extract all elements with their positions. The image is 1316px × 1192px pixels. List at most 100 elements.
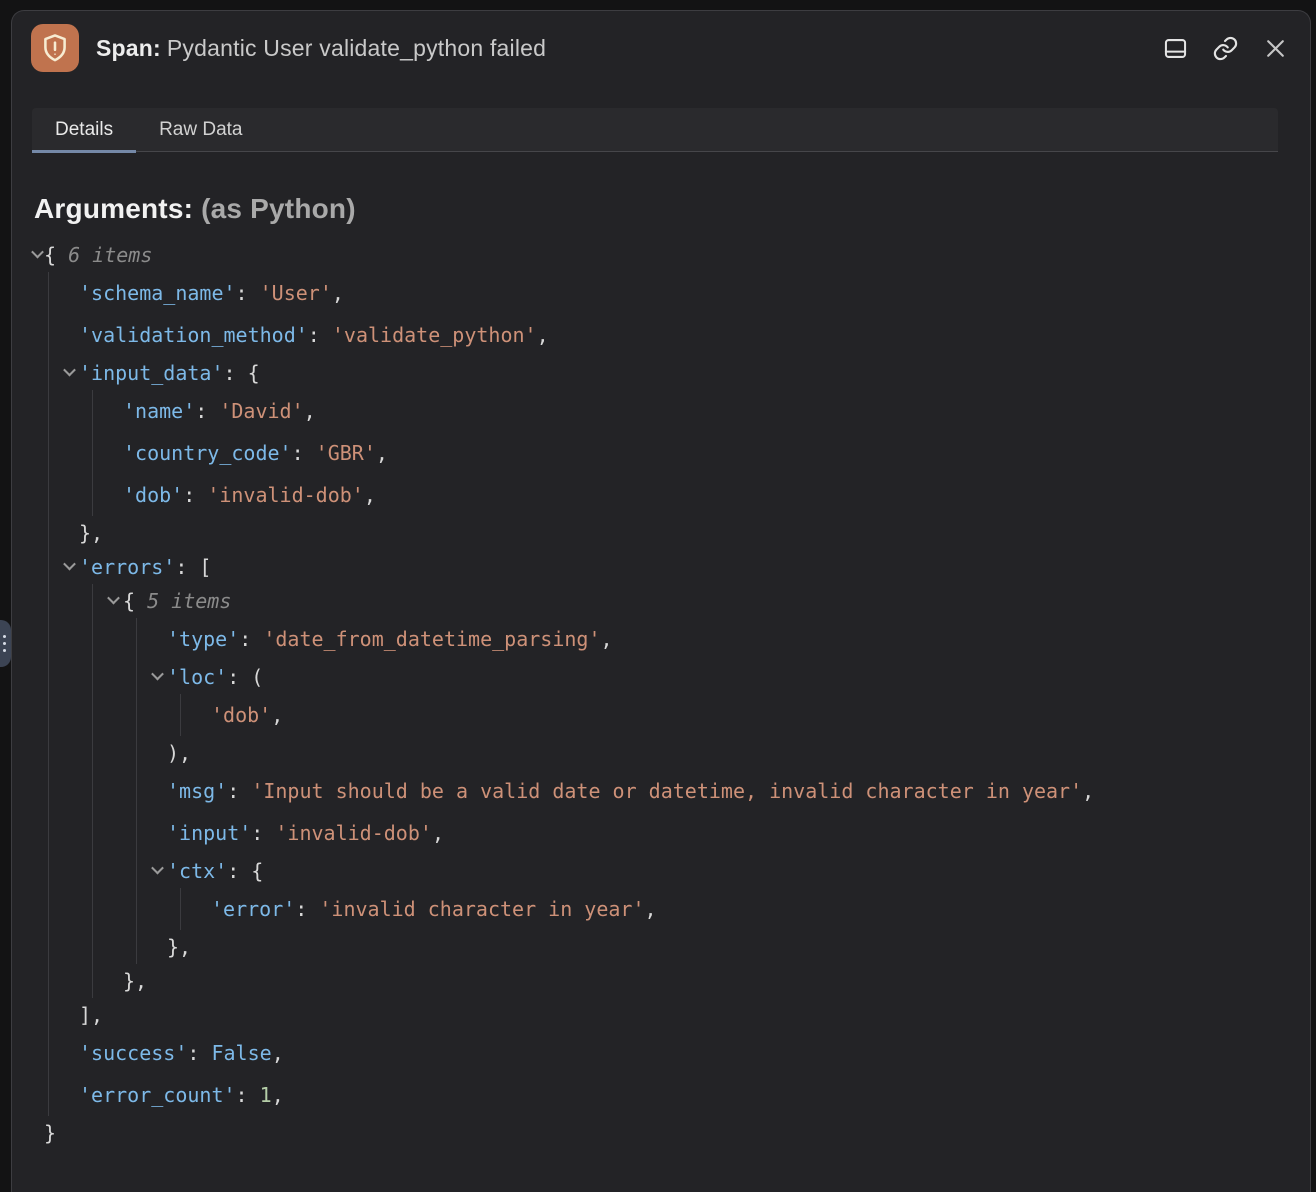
copy-link-button[interactable] <box>1210 33 1240 63</box>
tab-details[interactable]: Details <box>32 108 136 151</box>
indent-guide <box>48 930 49 964</box>
dock-panel-button[interactable] <box>1160 33 1190 63</box>
chevron-down-icon[interactable] <box>63 559 77 573</box>
indent-guide <box>92 930 93 964</box>
tree-line: }, <box>34 964 1286 998</box>
code-text: ], <box>34 1003 103 1027</box>
indent-guide <box>92 694 93 736</box>
indent-guide <box>92 660 93 694</box>
indent-guide <box>92 432 93 474</box>
tree-line: 'input_data': { <box>34 356 1286 390</box>
indent-guide <box>48 998 49 1032</box>
indent-guide <box>92 390 93 432</box>
tab-details-label: Details <box>55 119 113 141</box>
indent-guide <box>180 888 181 930</box>
chevron-down-icon[interactable] <box>31 247 45 261</box>
code-text: { 5 items <box>34 589 231 613</box>
code-text: 'input': 'invalid-dob', <box>34 821 444 845</box>
tree-line: 'input': 'invalid-dob', <box>34 812 1286 854</box>
tree-line: 'loc': ( <box>34 660 1286 694</box>
indent-guide <box>48 474 49 516</box>
tree-line: 'dob', <box>34 694 1286 736</box>
indent-guide <box>136 888 137 930</box>
tree-line: 'country_code': 'GBR', <box>34 432 1286 474</box>
code-text: } <box>34 1121 56 1145</box>
chevron-down-icon[interactable] <box>151 863 165 877</box>
indent-guide <box>48 618 49 660</box>
indent-guide <box>92 474 93 516</box>
indent-guide <box>92 618 93 660</box>
indent-guide <box>48 1032 49 1074</box>
indent-guide <box>48 888 49 930</box>
indent-guide <box>180 694 181 736</box>
code-text: 'schema_name': 'User', <box>34 281 344 305</box>
tree-line: ], <box>34 998 1286 1032</box>
tree-line: 'validation_method': 'validate_python', <box>34 314 1286 356</box>
indent-guide <box>136 812 137 854</box>
code-text: 'errors': [ <box>34 555 211 579</box>
tree-line: 'ctx': { <box>34 854 1286 888</box>
arguments-heading: Arguments: (as Python) <box>34 193 1286 225</box>
tree-line: 'errors': [ <box>34 550 1286 584</box>
close-icon <box>1263 36 1288 61</box>
code-text: 'dob': 'invalid-dob', <box>34 483 376 507</box>
indent-guide <box>48 812 49 854</box>
panel-bottom-icon <box>1162 35 1189 62</box>
tab-raw-data[interactable]: Raw Data <box>136 108 265 151</box>
code-text: 'country_code': 'GBR', <box>34 441 388 465</box>
chevron-down-icon[interactable] <box>63 365 77 379</box>
indent-guide <box>48 432 49 474</box>
arguments-heading-main: Arguments: <box>34 193 193 224</box>
close-button[interactable] <box>1260 33 1290 63</box>
indent-guide <box>92 736 93 770</box>
drawer-title: Span:Pydantic User validate_python faile… <box>96 35 546 62</box>
indent-guide <box>48 584 49 618</box>
indent-guide <box>136 930 137 964</box>
code-text: 'success': False, <box>34 1041 284 1065</box>
span-label: Span: <box>96 35 161 61</box>
tree-line: }, <box>34 930 1286 964</box>
code-text: 'error_count': 1, <box>34 1083 284 1107</box>
code-text: }, <box>34 521 103 545</box>
tree-line: 'type': 'date_from_datetime_parsing', <box>34 618 1286 660</box>
indent-guide <box>48 770 49 812</box>
chevron-down-icon[interactable] <box>151 669 165 683</box>
indent-guide <box>48 390 49 432</box>
drawer-header: Span:Pydantic User validate_python faile… <box>12 11 1310 72</box>
drawer-drag-handle[interactable] <box>0 620 11 667</box>
code-text: 'error': 'invalid character in year', <box>34 897 657 921</box>
code-text: 'msg': 'Input should be a valid date or … <box>34 779 1094 803</box>
indent-guide <box>48 854 49 888</box>
code-text: ), <box>34 741 191 765</box>
indent-guide <box>136 694 137 736</box>
tree-line: { 6 items <box>34 238 1286 272</box>
chevron-down-icon[interactable] <box>107 593 121 607</box>
code-text: 'loc': ( <box>34 665 263 689</box>
tree-line: ), <box>34 736 1286 770</box>
indent-guide <box>48 314 49 356</box>
indent-guide <box>136 770 137 812</box>
indent-guide <box>92 812 93 854</box>
tab-raw-data-label: Raw Data <box>159 119 242 141</box>
indent-guide <box>136 736 137 770</box>
span-detail-drawer: Span:Pydantic User validate_python faile… <box>11 10 1311 1192</box>
tree-line: 'dob': 'invalid-dob', <box>34 474 1286 516</box>
link-icon <box>1212 35 1239 62</box>
indent-guide <box>136 618 137 660</box>
app-background: Span:Pydantic User validate_python faile… <box>0 0 1316 1192</box>
tree-line: 'name': 'David', <box>34 390 1286 432</box>
grip-dots-icon <box>0 635 7 653</box>
indent-guide <box>48 1074 49 1116</box>
code-text: 'name': 'David', <box>34 399 316 423</box>
drawer-actions <box>1160 33 1290 63</box>
code-text: 'validation_method': 'validate_python', <box>34 323 549 347</box>
indent-guide <box>48 272 49 314</box>
indent-guide <box>48 516 49 550</box>
indent-guide <box>48 736 49 770</box>
indent-guide <box>136 660 137 694</box>
span-title-text: Pydantic User validate_python failed <box>167 35 546 61</box>
code-text: { 6 items <box>34 243 152 267</box>
tree-line: } <box>34 1116 1286 1150</box>
indent-guide <box>92 770 93 812</box>
tree-line: }, <box>34 516 1286 550</box>
